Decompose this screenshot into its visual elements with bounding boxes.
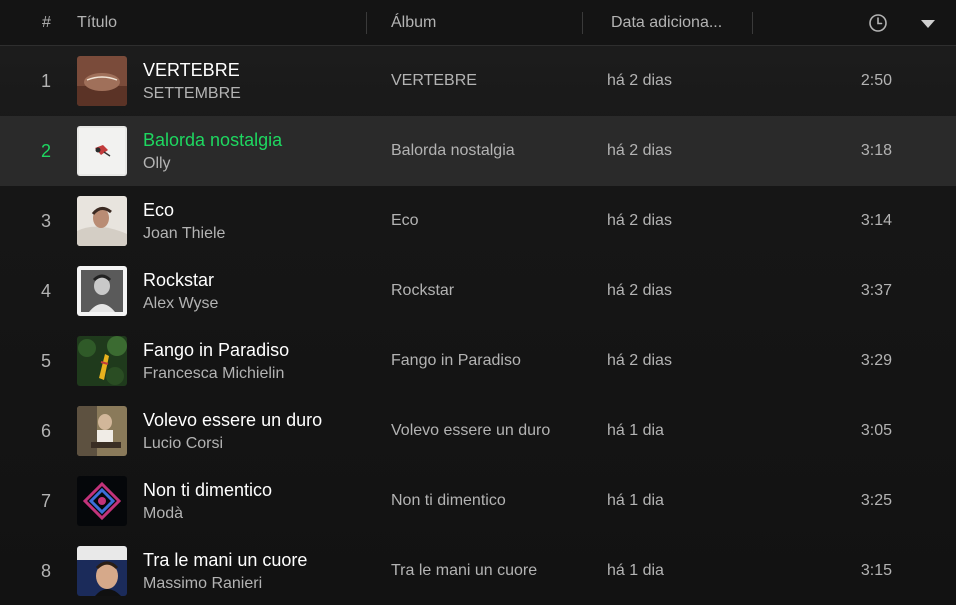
album-link[interactable]: Rockstar [391,256,454,326]
track-title-link[interactable]: Eco [143,200,174,221]
clock-icon[interactable] [868,13,888,33]
track-title-link[interactable]: Volevo essere un duro [143,410,322,431]
track-duration: 3:37 [860,282,892,299]
tracklist-header: # Título Álbum Data adiciona... [0,0,956,46]
caret-down-icon[interactable] [920,17,936,29]
column-resize-handle[interactable] [752,12,753,34]
album-cover [77,476,127,526]
album-link[interactable]: Tra le mani un cuore [391,536,537,605]
artist-link[interactable]: Olly [143,155,171,173]
date-added: há 2 dias [607,72,672,89]
track-row[interactable]: 1 VERTEBRE SETTEMBRE VERTEBRE há 2 dias … [0,46,956,116]
track-duration: 3:29 [860,352,892,369]
artist-link[interactable]: Modà [143,505,183,523]
artist-link[interactable]: Massimo Ranieri [143,575,262,593]
track-duration: 3:15 [860,562,892,579]
album-link[interactable]: VERTEBRE [391,46,477,116]
artist-link[interactable]: Francesca Michielin [143,365,284,383]
track-rows: 1 VERTEBRE SETTEMBRE VERTEBRE há 2 dias … [0,46,956,605]
album-cover [77,266,127,316]
album-cover [77,56,127,106]
track-row[interactable]: 3 Eco Joan Thiele Eco há 2 dias 3:14 [0,186,956,256]
album-link[interactable]: Fango in Paradiso [391,326,521,396]
album-cover [77,196,127,246]
track-duration: 2:50 [860,72,892,89]
header-date-added-sort[interactable]: Data adiciona... [611,0,722,45]
track-duration: 3:05 [860,422,892,439]
header-number: # [42,14,51,31]
track-row[interactable]: 8 Tra le mani un cuore Massimo Ranieri T… [0,536,956,605]
column-resize-handle[interactable] [582,12,583,34]
track-number: 5 [40,351,51,371]
track-number: 8 [40,561,51,581]
column-resize-handle[interactable] [366,12,367,34]
track-title-link[interactable]: Fango in Paradiso [143,340,289,361]
artist-link[interactable]: Alex Wyse [143,295,218,313]
date-added: há 1 dia [607,562,664,579]
album-link[interactable]: Balorda nostalgia [391,116,515,186]
track-row[interactable]: 4 Rockstar Alex Wyse Rockstar há 2 dias … [0,256,956,326]
track-number: 1 [40,71,51,91]
album-link[interactable]: Non ti dimentico [391,466,506,536]
tracklist: # Título Álbum Data adiciona... 1 VERTEB… [0,0,956,605]
date-added: há 2 dias [607,282,672,299]
artist-link[interactable]: Lucio Corsi [143,435,223,453]
track-duration: 3:14 [860,212,892,229]
track-duration: 3:18 [860,142,892,159]
header-title-sort[interactable]: Título [77,0,117,45]
date-added: há 2 dias [607,142,672,159]
track-title-link[interactable]: Non ti dimentico [143,480,272,501]
track-row[interactable]: 7 Non ti dimentico Modà Non ti dimentico… [0,466,956,536]
track-duration: 3:25 [860,492,892,509]
track-number: 3 [40,211,51,231]
artist-link[interactable]: SETTEMBRE [143,85,241,103]
header-album-sort[interactable]: Álbum [391,0,436,45]
album-cover [77,336,127,386]
track-title-link[interactable]: Rockstar [143,270,214,291]
album-link[interactable]: Volevo essere un duro [391,396,550,466]
track-title-link[interactable]: VERTEBRE [143,60,240,81]
album-link[interactable]: Eco [391,186,419,256]
date-added: há 1 dia [607,492,664,509]
date-added: há 2 dias [607,212,672,229]
album-cover [77,126,127,176]
date-added: há 2 dias [607,352,672,369]
artist-link[interactable]: Joan Thiele [143,225,225,243]
track-number: 7 [40,491,51,511]
album-cover [77,406,127,456]
track-number: 4 [40,281,51,301]
track-row[interactable]: 2 Balorda nostalgia Olly Balorda nostalg… [0,116,956,186]
track-row[interactable]: 6 Volevo essere un duro Lucio Corsi Vole… [0,396,956,466]
track-title-link[interactable]: Tra le mani un cuore [143,550,307,571]
date-added: há 1 dia [607,422,664,439]
track-number: 6 [40,421,51,441]
track-title-link[interactable]: Balorda nostalgia [143,130,282,151]
album-cover [77,546,127,596]
track-row[interactable]: 5 Fango in Paradiso Francesca Michielin … [0,326,956,396]
track-number: 2 [40,141,51,161]
